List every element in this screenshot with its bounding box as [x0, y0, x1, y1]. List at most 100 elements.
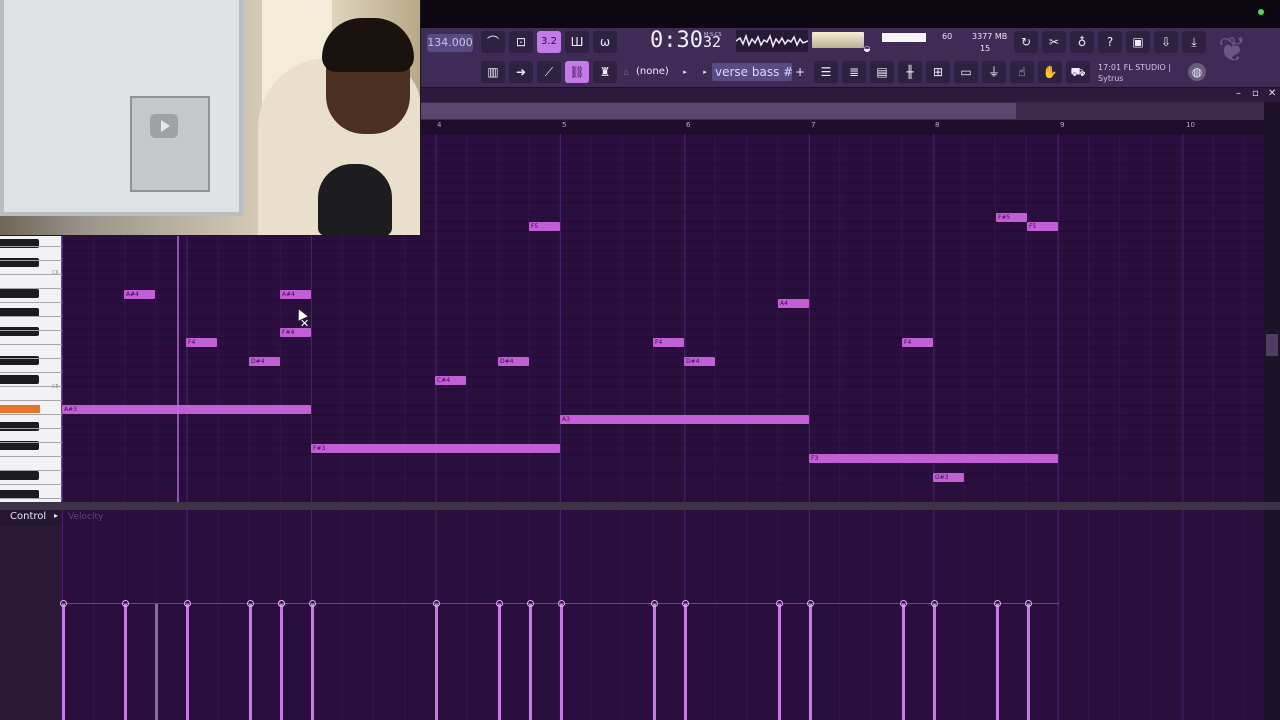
velocity-handle-icon[interactable]: [433, 600, 440, 607]
velocity-handle-icon[interactable]: [247, 600, 254, 607]
note-block[interactable]: F5: [529, 222, 560, 231]
add-pattern-icon[interactable]: +: [794, 63, 806, 81]
cut-icon[interactable]: ✂: [1042, 31, 1066, 53]
velocity-stem[interactable]: [124, 604, 127, 720]
velocity-stem[interactable]: [996, 604, 999, 720]
blend-notes-icon[interactable]: Ш: [565, 31, 589, 53]
note-block[interactable]: F#3: [311, 444, 560, 453]
velocity-stem[interactable]: [311, 604, 314, 720]
note-block[interactable]: A3: [560, 415, 809, 424]
control-arrow-icon[interactable]: ▸: [54, 511, 58, 520]
pattern-selector[interactable]: verse bass #3: [712, 63, 792, 81]
mixer-icon[interactable]: ╫: [898, 61, 922, 83]
velocity-handle-icon[interactable]: [496, 600, 503, 607]
vertical-scrollbar[interactable]: [1264, 102, 1280, 502]
vertical-scroll-thumb[interactable]: [1266, 334, 1278, 356]
velocity-stem[interactable]: [498, 604, 501, 720]
globe-icon[interactable]: ◍: [1188, 63, 1206, 81]
wait-for-input-icon[interactable]: ⊡: [509, 31, 533, 53]
lane-divider[interactable]: [0, 502, 1280, 510]
velocity-handle-icon[interactable]: [1025, 600, 1032, 607]
note-block[interactable]: C#4: [435, 376, 466, 385]
black-key[interactable]: [0, 375, 39, 384]
velocity-handle-icon[interactable]: [776, 600, 783, 607]
link-icon[interactable]: ⛓: [565, 61, 589, 83]
meter-knob-icon[interactable]: ◒: [862, 44, 872, 54]
close-icon[interactable]: ✕: [1268, 88, 1276, 100]
velocity-stem[interactable]: [933, 604, 936, 720]
minimize-icon[interactable]: –: [1236, 88, 1241, 100]
velocity-handle-icon[interactable]: [527, 600, 534, 607]
tempo-display[interactable]: 134.000: [427, 34, 473, 52]
save-icon[interactable]: ▣: [1126, 31, 1150, 53]
note-block[interactable]: D#3: [933, 473, 964, 482]
note-block[interactable]: D#4: [684, 357, 715, 366]
project-icon[interactable]: ▭: [954, 61, 978, 83]
note-block[interactable]: A4: [778, 299, 809, 308]
active-key[interactable]: [0, 405, 40, 413]
velocity-stem[interactable]: [560, 604, 563, 720]
velocity-stem[interactable]: [529, 604, 532, 720]
velocity-handle-icon[interactable]: [900, 600, 907, 607]
note-block[interactable]: F3: [809, 454, 1058, 463]
note-block[interactable]: A#4: [280, 290, 311, 299]
velocity-lane[interactable]: [62, 510, 1264, 720]
velocity-handle-icon[interactable]: [278, 600, 285, 607]
note-block[interactable]: F#5: [996, 213, 1027, 222]
shop-icon[interactable]: ⛟: [1066, 61, 1090, 83]
stamp-icon[interactable]: ♜: [593, 61, 617, 83]
chevron-right-icon[interactable]: ▸: [680, 64, 690, 80]
arrow-tool-icon[interactable]: ➜: [509, 61, 533, 83]
note-block[interactable]: F5: [1027, 222, 1058, 231]
brush-icon[interactable]: ⟋: [537, 61, 561, 83]
note-block[interactable]: A#4: [124, 290, 155, 299]
touch-icon[interactable]: ☝: [1010, 61, 1034, 83]
playhead[interactable]: [177, 236, 179, 502]
control-scrollbar[interactable]: [1264, 510, 1280, 720]
velocity-handle-icon[interactable]: [931, 600, 938, 607]
velocity-stem[interactable]: [435, 604, 438, 720]
playlist-icon[interactable]: ☰: [814, 61, 838, 83]
velocity-stem[interactable]: [249, 604, 252, 720]
maximize-icon[interactable]: ▫: [1252, 88, 1259, 100]
horizontal-scrollbar[interactable]: [421, 103, 1016, 119]
velocity-stem[interactable]: [155, 604, 158, 720]
velocity-handle-icon[interactable]: [184, 600, 191, 607]
velocity-handle-icon[interactable]: [682, 600, 689, 607]
velocity-stem[interactable]: [1027, 604, 1030, 720]
note-block[interactable]: D#4: [249, 357, 280, 366]
black-key[interactable]: [0, 471, 39, 480]
velocity-stem[interactable]: [62, 604, 65, 720]
channel-rack-icon[interactable]: ▤: [870, 61, 894, 83]
help-icon[interactable]: ?: [1098, 31, 1122, 53]
render-icon[interactable]: ⇩: [1154, 31, 1178, 53]
note-block[interactable]: F4: [902, 338, 933, 347]
black-key[interactable]: [0, 422, 39, 431]
control-parameter[interactable]: Velocity: [68, 512, 103, 522]
velocity-stem[interactable]: [684, 604, 687, 720]
plugin-icon[interactable]: ⏚: [982, 61, 1006, 83]
note-block[interactable]: F4: [186, 338, 217, 347]
velocity-stem[interactable]: [653, 604, 656, 720]
pattern-prev-icon[interactable]: ▸: [700, 64, 710, 80]
undo-icon[interactable]: ↻: [1014, 31, 1038, 53]
note-block[interactable]: A#3: [62, 405, 311, 414]
velocity-handle-icon[interactable]: [309, 600, 316, 607]
velocity-handle-icon[interactable]: [807, 600, 814, 607]
black-key[interactable]: [0, 289, 39, 298]
black-key[interactable]: [0, 327, 39, 336]
timeline-ruler[interactable]: [421, 120, 1264, 134]
hand-icon[interactable]: ✋: [1038, 61, 1062, 83]
velocity-handle-icon[interactable]: [60, 600, 67, 607]
loop-record-icon[interactable]: ω: [593, 31, 617, 53]
velocity-stem[interactable]: [186, 604, 189, 720]
velocity-handle-icon[interactable]: [122, 600, 129, 607]
velocity-stem[interactable]: [280, 604, 283, 720]
velocity-stem[interactable]: [778, 604, 781, 720]
microphone-icon[interactable]: ♁: [1070, 31, 1094, 53]
velocity-stem[interactable]: [902, 604, 905, 720]
note-block[interactable]: F4: [653, 338, 684, 347]
piano-roll-icon[interactable]: ▥: [481, 61, 505, 83]
velocity-handle-icon[interactable]: [558, 600, 565, 607]
lock-icon[interactable]: ⌂: [620, 66, 632, 80]
